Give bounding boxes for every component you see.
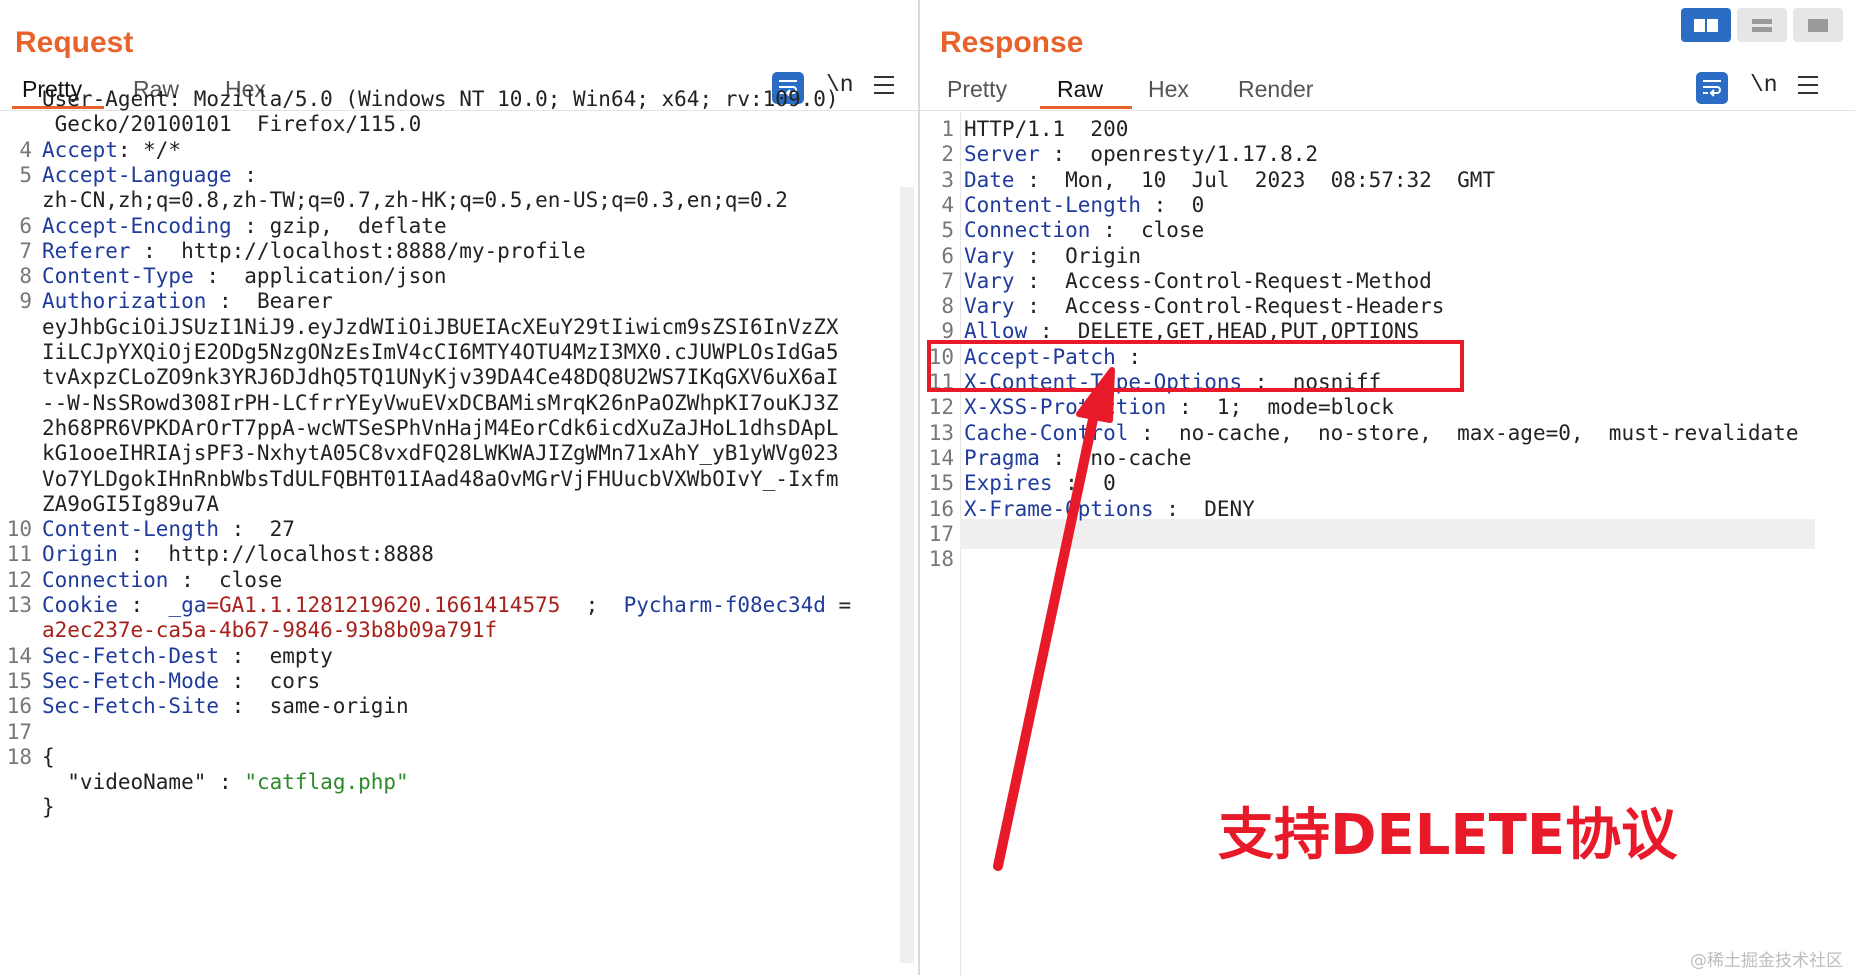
watermark: @稀土掘金技术社区 <box>1690 951 1843 971</box>
annotation-text: 支持DELETE协议 <box>1218 803 1678 868</box>
